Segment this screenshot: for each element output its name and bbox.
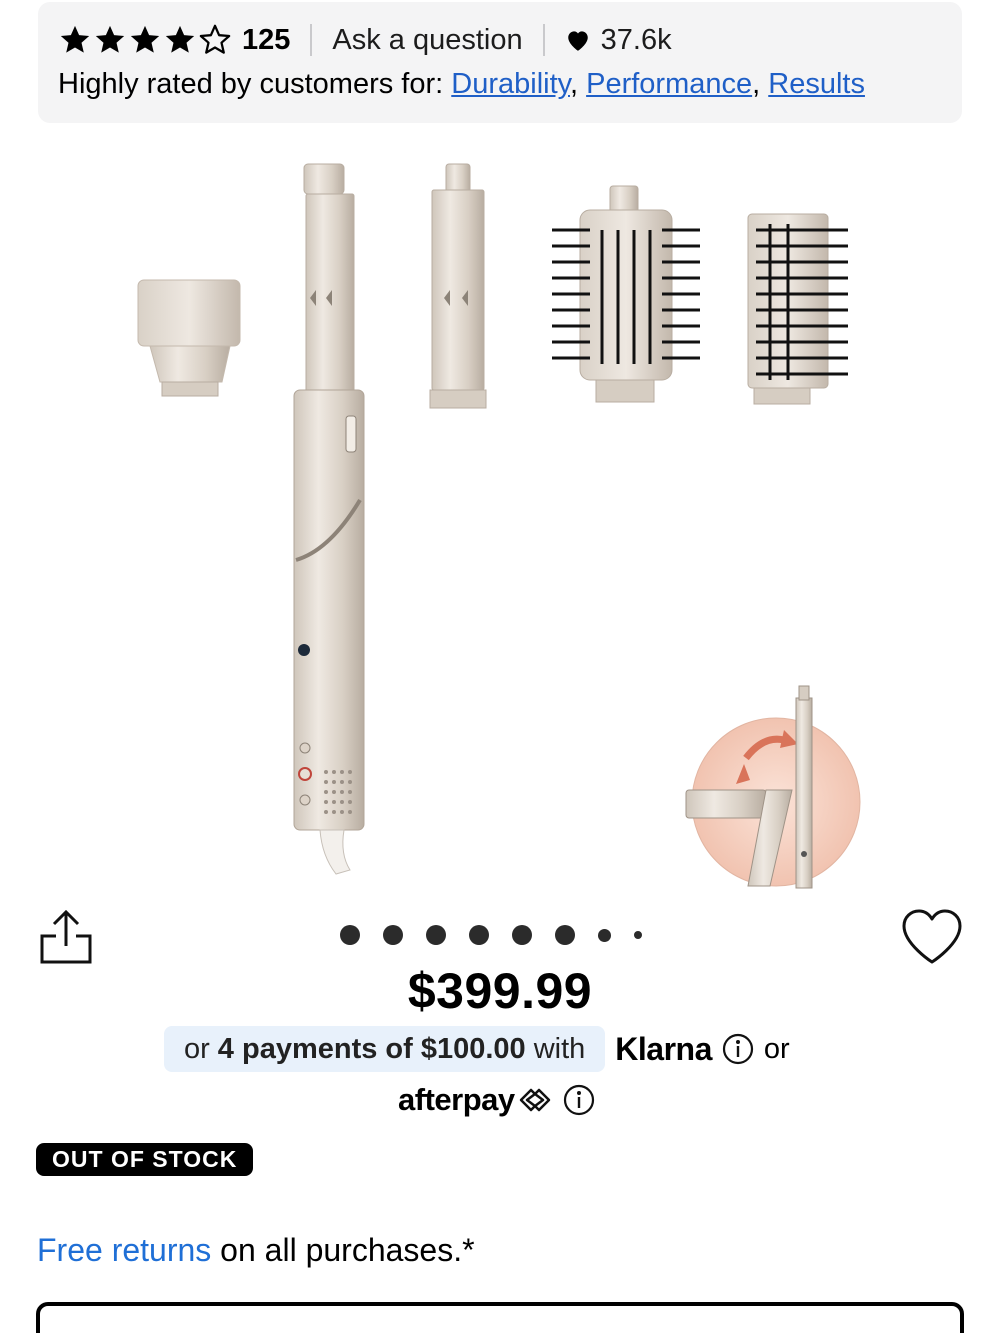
carousel-dot[interactable] xyxy=(340,925,360,945)
rated-for-row: Highly rated by customers for: Durabilit… xyxy=(58,68,865,100)
rating-summary: 125 Ask a question 37.6k Highly rated by… xyxy=(38,2,962,123)
afterpay-logo[interactable]: afterpay xyxy=(398,1082,515,1118)
heart-filled-icon xyxy=(567,31,588,51)
returns-info: Free returns on all purchases.* xyxy=(37,1232,475,1269)
price: $399.99 xyxy=(407,963,593,1019)
afterpay-arrows-icon xyxy=(519,1088,550,1112)
installment-row: or 4 payments of $100.00 with Klarna or xyxy=(164,1026,790,1072)
product-image[interactable] xyxy=(120,150,880,890)
installment-with: with xyxy=(533,1032,586,1065)
wishlist-heart-icon[interactable] xyxy=(900,908,964,966)
installment-pill[interactable]: or 4 payments of $100.00 with xyxy=(164,1026,606,1072)
free-returns-link[interactable]: Free returns xyxy=(37,1232,211,1268)
tag-link-performance[interactable]: Performance xyxy=(586,68,752,100)
styler-body xyxy=(293,163,365,875)
carousel-dot[interactable] xyxy=(426,925,446,945)
installment-prefix: or xyxy=(184,1032,210,1065)
divider xyxy=(310,24,313,56)
likes-count: 37.6k xyxy=(600,23,672,56)
concentrator-attachment xyxy=(137,279,241,397)
divider xyxy=(542,24,545,56)
info-icon[interactable] xyxy=(563,1084,595,1116)
returns-text: on all purchases.* xyxy=(211,1232,475,1268)
carousel-dot[interactable] xyxy=(598,928,611,942)
curler-attachment xyxy=(429,163,487,409)
star-outline-icon xyxy=(199,24,231,54)
installment-amount: 4 payments of $100.00 xyxy=(217,1032,526,1065)
share-icon[interactable] xyxy=(38,908,94,966)
carousel-dot[interactable] xyxy=(555,925,575,945)
star-icon xyxy=(95,25,125,53)
star-icon xyxy=(60,25,90,53)
info-icon[interactable] xyxy=(722,1033,754,1065)
klarna-logo[interactable]: Klarna xyxy=(615,1031,712,1068)
tag-link-durability[interactable]: Durability xyxy=(451,68,570,100)
star-icon xyxy=(165,25,195,53)
carousel-dot[interactable] xyxy=(383,925,403,945)
rating-row: 125 Ask a question 37.6k xyxy=(58,20,672,60)
afterpay-row: afterpay xyxy=(398,1078,595,1122)
paddle-brush-attachment xyxy=(747,213,848,405)
rated-prefix: Highly rated by customers for: xyxy=(58,68,444,100)
or-label: or xyxy=(763,1032,790,1065)
bottom-card[interactable] xyxy=(36,1302,964,1333)
carousel-dots[interactable] xyxy=(340,922,665,948)
carousel-dot[interactable] xyxy=(512,925,532,945)
tag-link-results[interactable]: Results xyxy=(768,68,865,100)
review-count[interactable]: 125 xyxy=(242,24,290,57)
round-brush-attachment xyxy=(552,185,700,403)
carousel-dot[interactable] xyxy=(634,931,642,939)
out-of-stock-badge: OUT OF STOCK xyxy=(36,1143,254,1176)
pivot-detail-inset xyxy=(685,685,861,889)
star-icon xyxy=(130,25,160,53)
ask-question-link[interactable]: Ask a question xyxy=(332,24,522,57)
carousel-dot[interactable] xyxy=(469,925,489,945)
star-rating[interactable] xyxy=(58,23,232,57)
